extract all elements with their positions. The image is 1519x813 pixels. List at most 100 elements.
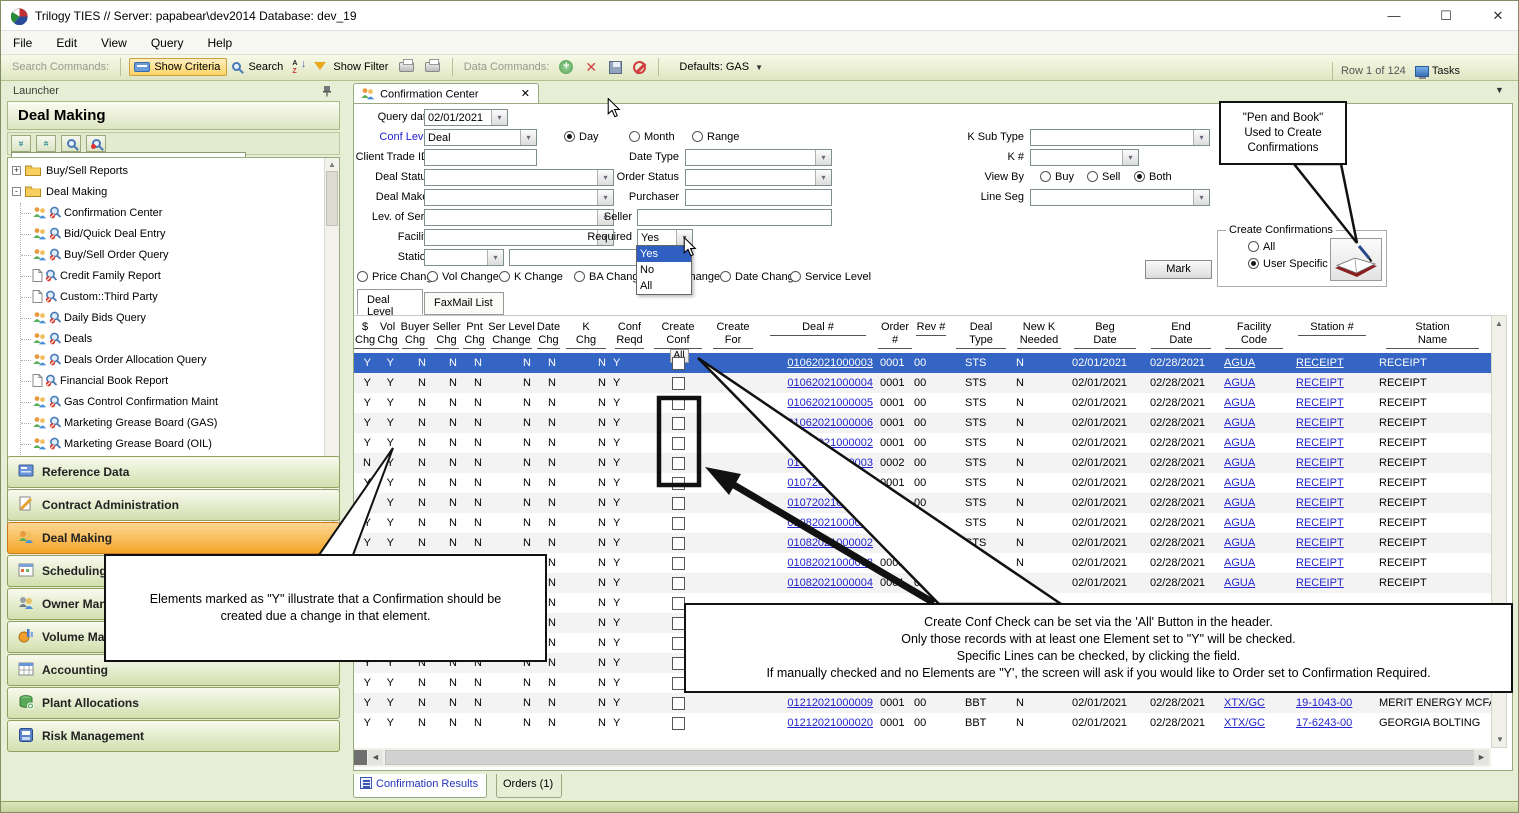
grid-link[interactable]: 01072021000004: [787, 477, 873, 489]
table-row[interactable]: YYNNNNNNY01212021000020000100BBTN02/01/2…: [354, 713, 1491, 733]
radio-change-vol-change[interactable]: Vol Change: [427, 271, 499, 283]
create-conf-checkbox[interactable]: [648, 553, 708, 573]
station-select[interactable]: ▾: [424, 249, 504, 266]
grid-link[interactable]: RECEIPT: [1296, 417, 1344, 429]
pen-and-book-button[interactable]: [1330, 238, 1382, 281]
defaults-dropdown[interactable]: Defaults: GAS: [679, 61, 749, 73]
sidebar-section-risk-management[interactable]: Risk Management: [7, 720, 340, 752]
table-row[interactable]: YYNNNNNNY01082021000001000100STSN02/01/2…: [354, 513, 1491, 533]
search-tree-button[interactable]: [61, 135, 81, 152]
grid-link[interactable]: RECEIPT: [1296, 497, 1344, 509]
tree-item-bid-quick-deal-entry[interactable]: Bid/Quick Deal Entry: [21, 224, 339, 245]
tree-item-custom-third-party[interactable]: Custom::Third Party: [21, 287, 339, 308]
create-conf-checkbox[interactable]: [648, 473, 708, 493]
menu-view[interactable]: View: [89, 31, 139, 50]
column-header-deal-type[interactable]: DealType: [950, 316, 1012, 353]
radio-period-day[interactable]: Day: [564, 131, 599, 143]
grid-link[interactable]: AGUA: [1224, 517, 1255, 529]
grid-link[interactable]: AGUA: [1224, 537, 1255, 549]
tabstrip-overflow-icon[interactable]: ▼: [1495, 85, 1504, 95]
grid-link[interactable]: 01082021000003: [787, 557, 873, 569]
table-row[interactable]: YYNNNNNNY01072021000005000100STSN02/01/2…: [354, 493, 1491, 513]
required-dropdown-list[interactable]: YesNoAll: [636, 245, 692, 295]
expand-all-button[interactable]: »: [11, 135, 31, 152]
create-conf-checkbox[interactable]: [648, 713, 708, 733]
radio-change-date-change[interactable]: Date Change: [720, 271, 800, 283]
collapse-all-button[interactable]: »: [36, 135, 56, 152]
create-conf-checkbox[interactable]: [648, 693, 708, 713]
minimize-button[interactable]: —: [1379, 7, 1409, 27]
grid-link[interactable]: RECEIPT: [1296, 437, 1344, 449]
grid-link[interactable]: 01082021000001: [787, 517, 873, 529]
scrollbar-thumb[interactable]: [385, 750, 1485, 765]
create-conf-checkbox[interactable]: [648, 353, 708, 373]
sidebar-section-contract-administration[interactable]: Contract Administration: [7, 489, 340, 521]
grid-link[interactable]: RECEIPT: [1296, 577, 1344, 589]
tree-item-buy-sell-order-query[interactable]: Buy/Sell Order Query: [21, 245, 339, 266]
tab-confirmation-results[interactable]: Confirmation Results: [353, 774, 487, 798]
create-conf-checkbox[interactable]: [648, 453, 708, 473]
date-type-select[interactable]: ▾: [685, 149, 832, 166]
sort-az-icon[interactable]: AZ: [292, 60, 306, 75]
menu-help[interactable]: Help: [196, 31, 245, 50]
create-conf-checkbox[interactable]: [648, 433, 708, 453]
sidebar-section-plant-allocations[interactable]: Plant Allocations: [7, 687, 340, 719]
grid-link[interactable]: 01082021000002: [787, 537, 873, 549]
seller-input[interactable]: [637, 209, 832, 226]
grid-link[interactable]: RECEIPT: [1296, 397, 1344, 409]
grid-link[interactable]: AGUA: [1224, 397, 1255, 409]
column-header-station-[interactable]: Station #: [1290, 316, 1374, 353]
radio-createconf-user-specific[interactable]: User Specific: [1248, 258, 1328, 270]
column-header-beg-date[interactable]: BegDate: [1066, 316, 1144, 353]
grid-link[interactable]: 01212021000009: [787, 697, 873, 709]
grid-link[interactable]: AGUA: [1224, 457, 1255, 469]
k-sub-type-select[interactable]: ▾: [1030, 129, 1210, 146]
radio-createconf-all[interactable]: All: [1248, 241, 1275, 253]
search-clear-button[interactable]: [86, 135, 106, 152]
grid-link[interactable]: AGUA: [1224, 437, 1255, 449]
menu-query[interactable]: Query: [139, 31, 196, 50]
pin-icon[interactable]: [322, 85, 332, 97]
tab-orders[interactable]: Orders (1): [496, 774, 562, 798]
column-header-rev-[interactable]: Rev #: [912, 316, 950, 353]
grid-link[interactable]: 01072021000003: [787, 457, 873, 469]
tree-item-daily-bids-query[interactable]: Daily Bids Query: [21, 308, 339, 329]
grid-link[interactable]: RECEIPT: [1296, 477, 1344, 489]
column-header-buyer-chg[interactable]: BuyerChg: [399, 316, 431, 353]
column-header-pnt-chg[interactable]: PntChg: [462, 316, 487, 353]
required-option-all[interactable]: All: [637, 278, 691, 294]
grid-link[interactable]: RECEIPT: [1296, 357, 1344, 369]
column-header-create-for[interactable]: CreateFor: [708, 316, 758, 353]
print-preview-icon[interactable]: [425, 62, 440, 72]
column-header-create-conf[interactable]: CreateConfAll: [648, 316, 708, 353]
required-option-yes[interactable]: Yes: [637, 246, 691, 262]
column-header-order-[interactable]: Order #: [878, 316, 912, 353]
grid-link[interactable]: AGUA: [1224, 417, 1255, 429]
grid-link[interactable]: XTX/GC: [1224, 697, 1265, 709]
create-conf-checkbox[interactable]: [648, 373, 708, 393]
grid-link[interactable]: AGUA: [1224, 497, 1255, 509]
scroll-left-icon[interactable]: ◄: [368, 750, 383, 765]
column-header-end-date[interactable]: EndDate: [1144, 316, 1218, 353]
grid-link[interactable]: RECEIPT: [1296, 377, 1344, 389]
create-conf-checkbox[interactable]: [648, 573, 708, 593]
create-conf-checkbox[interactable]: [648, 513, 708, 533]
radio-viewby-sell[interactable]: Sell: [1087, 171, 1120, 183]
add-icon[interactable]: +: [559, 60, 573, 74]
tree-item-deals[interactable]: Deals: [21, 329, 339, 350]
tree-item-marketing-grease-board-gas-[interactable]: Marketing Grease Board (GAS): [21, 413, 339, 434]
column-header-k-chg[interactable]: KChg: [561, 316, 611, 353]
sidebar-section-deal-making[interactable]: Deal Making: [7, 522, 340, 554]
create-conf-checkbox[interactable]: [648, 493, 708, 513]
tree-item-confirmation-center[interactable]: Confirmation Center: [21, 203, 339, 224]
radio-viewby-both[interactable]: Both: [1134, 171, 1172, 183]
menu-edit[interactable]: Edit: [44, 31, 89, 50]
radio-period-month[interactable]: Month: [629, 131, 675, 143]
table-row[interactable]: YYNNNNNNY01072021000002000100STSN02/01/2…: [354, 433, 1491, 453]
show-filter-button[interactable]: Show Filter: [333, 61, 388, 73]
sidebar-section-reference-data[interactable]: Reference Data: [7, 456, 340, 488]
close-button[interactable]: ✕: [1483, 7, 1513, 27]
grid-link[interactable]: 01062021000006: [787, 417, 873, 429]
column-header-new-k-needed[interactable]: New KNeeded: [1012, 316, 1066, 353]
radio-change-k-change[interactable]: K Change: [499, 271, 563, 283]
